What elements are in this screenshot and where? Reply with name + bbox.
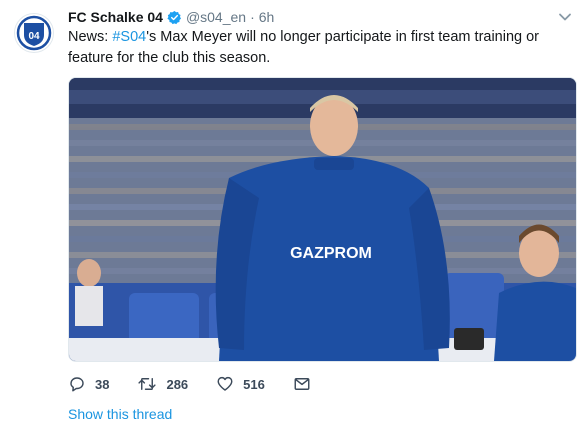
show-thread-link[interactable]: Show this thread: [68, 406, 172, 422]
like-button[interactable]: 516: [216, 375, 265, 393]
svg-text:04: 04: [28, 31, 40, 42]
direct-message-button[interactable]: [293, 375, 311, 393]
stadium-photo: GAZPROM: [69, 78, 576, 361]
tweet-header: FC Schalke 04 @s04_en · 6h: [68, 8, 274, 26]
reply-icon: [70, 377, 84, 392]
reply-count: 38: [95, 376, 110, 392]
like-icon: [217, 376, 233, 391]
tweet-text-prefix: News:: [68, 29, 113, 45]
like-count: 516: [243, 376, 265, 392]
hashtag-link[interactable]: #S04: [112, 29, 146, 45]
verified-badge-icon: [167, 10, 182, 25]
tweet-timestamp[interactable]: 6h: [259, 9, 275, 25]
separator-dot: ·: [250, 9, 255, 25]
tweet-text: News: #S04's Max Meyer will no longer pa…: [68, 27, 578, 69]
display-name[interactable]: FC Schalke 04: [68, 9, 163, 25]
chevron-down-icon[interactable]: [558, 10, 572, 24]
tweet-actions: 38 286 516: [68, 374, 339, 394]
user-handle[interactable]: @s04_en: [186, 9, 246, 25]
tweet-media-image[interactable]: GAZPROM: [68, 77, 577, 362]
tweet: 04 FC Schalke 04 @s04_en · 6h News: #S04…: [0, 0, 586, 433]
retweet-icon: [138, 378, 157, 390]
sponsor-text: GAZPROM: [290, 245, 372, 262]
direct-message-icon: [294, 378, 310, 390]
reply-button[interactable]: 38: [68, 375, 109, 393]
retweet-count: 286: [166, 376, 189, 392]
retweet-button[interactable]: 286: [137, 375, 188, 393]
schalke-logo-icon: 04: [16, 15, 52, 51]
avatar[interactable]: 04: [14, 13, 54, 53]
